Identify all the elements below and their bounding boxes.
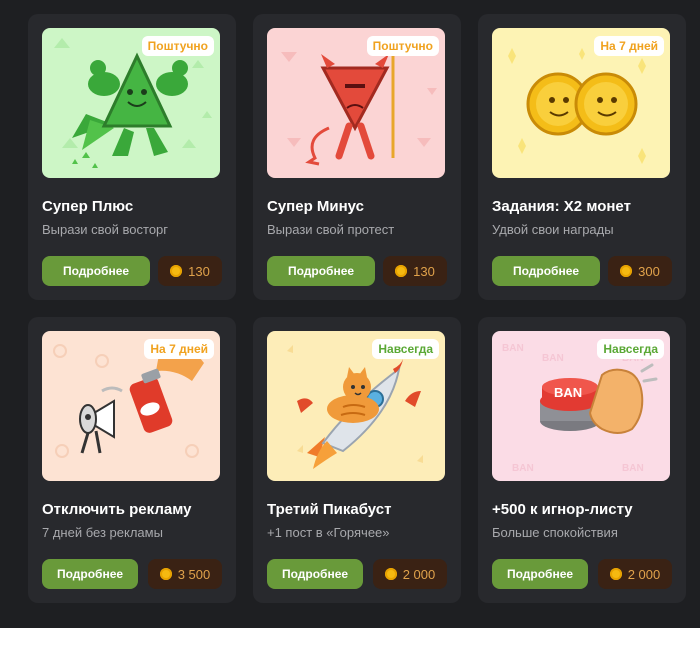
- price-value: 2 000: [402, 566, 436, 582]
- coin-icon: [609, 568, 622, 580]
- price-button[interactable]: 3 500: [148, 559, 222, 589]
- price-value: 300: [638, 263, 660, 279]
- shop-card-disable-ads[interactable]: На 7 дней Отключить рекламу 7 дней без р…: [28, 317, 236, 603]
- shop-card-third-pikaboost[interactable]: Навсегда Третий Пикабуст +1 пост в «Горя…: [253, 317, 461, 603]
- item-title: Отключить рекламу: [42, 501, 192, 518]
- svg-text:BAN: BAN: [622, 463, 644, 474]
- item-title: Супер Минус: [267, 198, 364, 215]
- details-button[interactable]: Подробнее: [492, 559, 588, 589]
- shop-card-ignore-list[interactable]: BANBANBAN BANBAN BAN Навсегда +500 к игн…: [478, 317, 686, 603]
- availability-badge: Поштучно: [366, 36, 439, 56]
- coin-icon: [384, 568, 397, 580]
- details-button[interactable]: Подробнее: [42, 559, 138, 589]
- item-title: Третий Пикабуст: [267, 501, 392, 518]
- item-subtitle: +1 пост в «Горячее»: [267, 525, 390, 540]
- thumb-super-plus: Поштучно: [42, 28, 220, 178]
- thumb-super-minus: Поштучно: [267, 28, 445, 178]
- price-button[interactable]: 2 000: [598, 559, 672, 589]
- item-subtitle: Вырази свой восторг: [42, 222, 169, 237]
- thumb-ignore-list: BANBANBAN BANBAN BAN Навсегда: [492, 331, 670, 481]
- price-button[interactable]: 300: [608, 256, 672, 286]
- item-title: Задания: X2 монет: [492, 198, 631, 215]
- coin-icon: [395, 265, 408, 277]
- availability-badge: Поштучно: [141, 36, 214, 56]
- price-button[interactable]: 2 000: [373, 559, 447, 589]
- availability-badge: Навсегда: [372, 339, 439, 359]
- shop-card-super-minus[interactable]: Поштучно Супер Минус Вырази свой протест…: [253, 14, 461, 300]
- svg-text:BAN: BAN: [502, 343, 524, 354]
- price-value: 130: [413, 263, 435, 279]
- price-value: 2 000: [627, 566, 661, 582]
- coin-icon: [620, 265, 633, 277]
- item-subtitle: Удвой свои награды: [492, 222, 614, 237]
- item-subtitle: Вырази свой протест: [267, 222, 395, 237]
- availability-badge: На 7 дней: [594, 36, 664, 56]
- details-button[interactable]: Подробнее: [492, 256, 600, 286]
- price-button[interactable]: 130: [383, 256, 447, 286]
- shop-grid: Поштучно Супер Плюс Вырази свой восторг …: [0, 0, 700, 628]
- item-title: Супер Плюс: [42, 198, 134, 215]
- details-button[interactable]: Подробнее: [267, 256, 375, 286]
- item-title: +500 к игнор-листу: [492, 501, 633, 518]
- details-button[interactable]: Подробнее: [42, 256, 150, 286]
- price-value: 3 500: [177, 566, 211, 582]
- availability-badge: Навсегда: [597, 339, 664, 359]
- coin-icon: [159, 568, 172, 580]
- svg-text:BAN: BAN: [542, 353, 564, 364]
- shop-card-super-plus[interactable]: Поштучно Супер Плюс Вырази свой восторг …: [28, 14, 236, 300]
- availability-badge: На 7 дней: [144, 339, 214, 359]
- item-subtitle: Больше спокойствия: [492, 525, 618, 540]
- details-button[interactable]: Подробнее: [267, 559, 363, 589]
- price-value: 130: [188, 263, 210, 279]
- shop-card-double-coins[interactable]: На 7 дней Задания: X2 монет Удвой свои н…: [478, 14, 686, 300]
- thumb-disable-ads: На 7 дней: [42, 331, 220, 481]
- svg-text:BAN: BAN: [512, 463, 534, 474]
- thumb-double-coins: На 7 дней: [492, 28, 670, 178]
- coin-icon: [170, 265, 183, 277]
- item-subtitle: 7 дней без рекламы: [42, 525, 163, 540]
- thumb-third-pikaboost: Навсегда: [267, 331, 445, 481]
- price-button[interactable]: 130: [158, 256, 222, 286]
- ban-label: BAN: [554, 385, 582, 400]
